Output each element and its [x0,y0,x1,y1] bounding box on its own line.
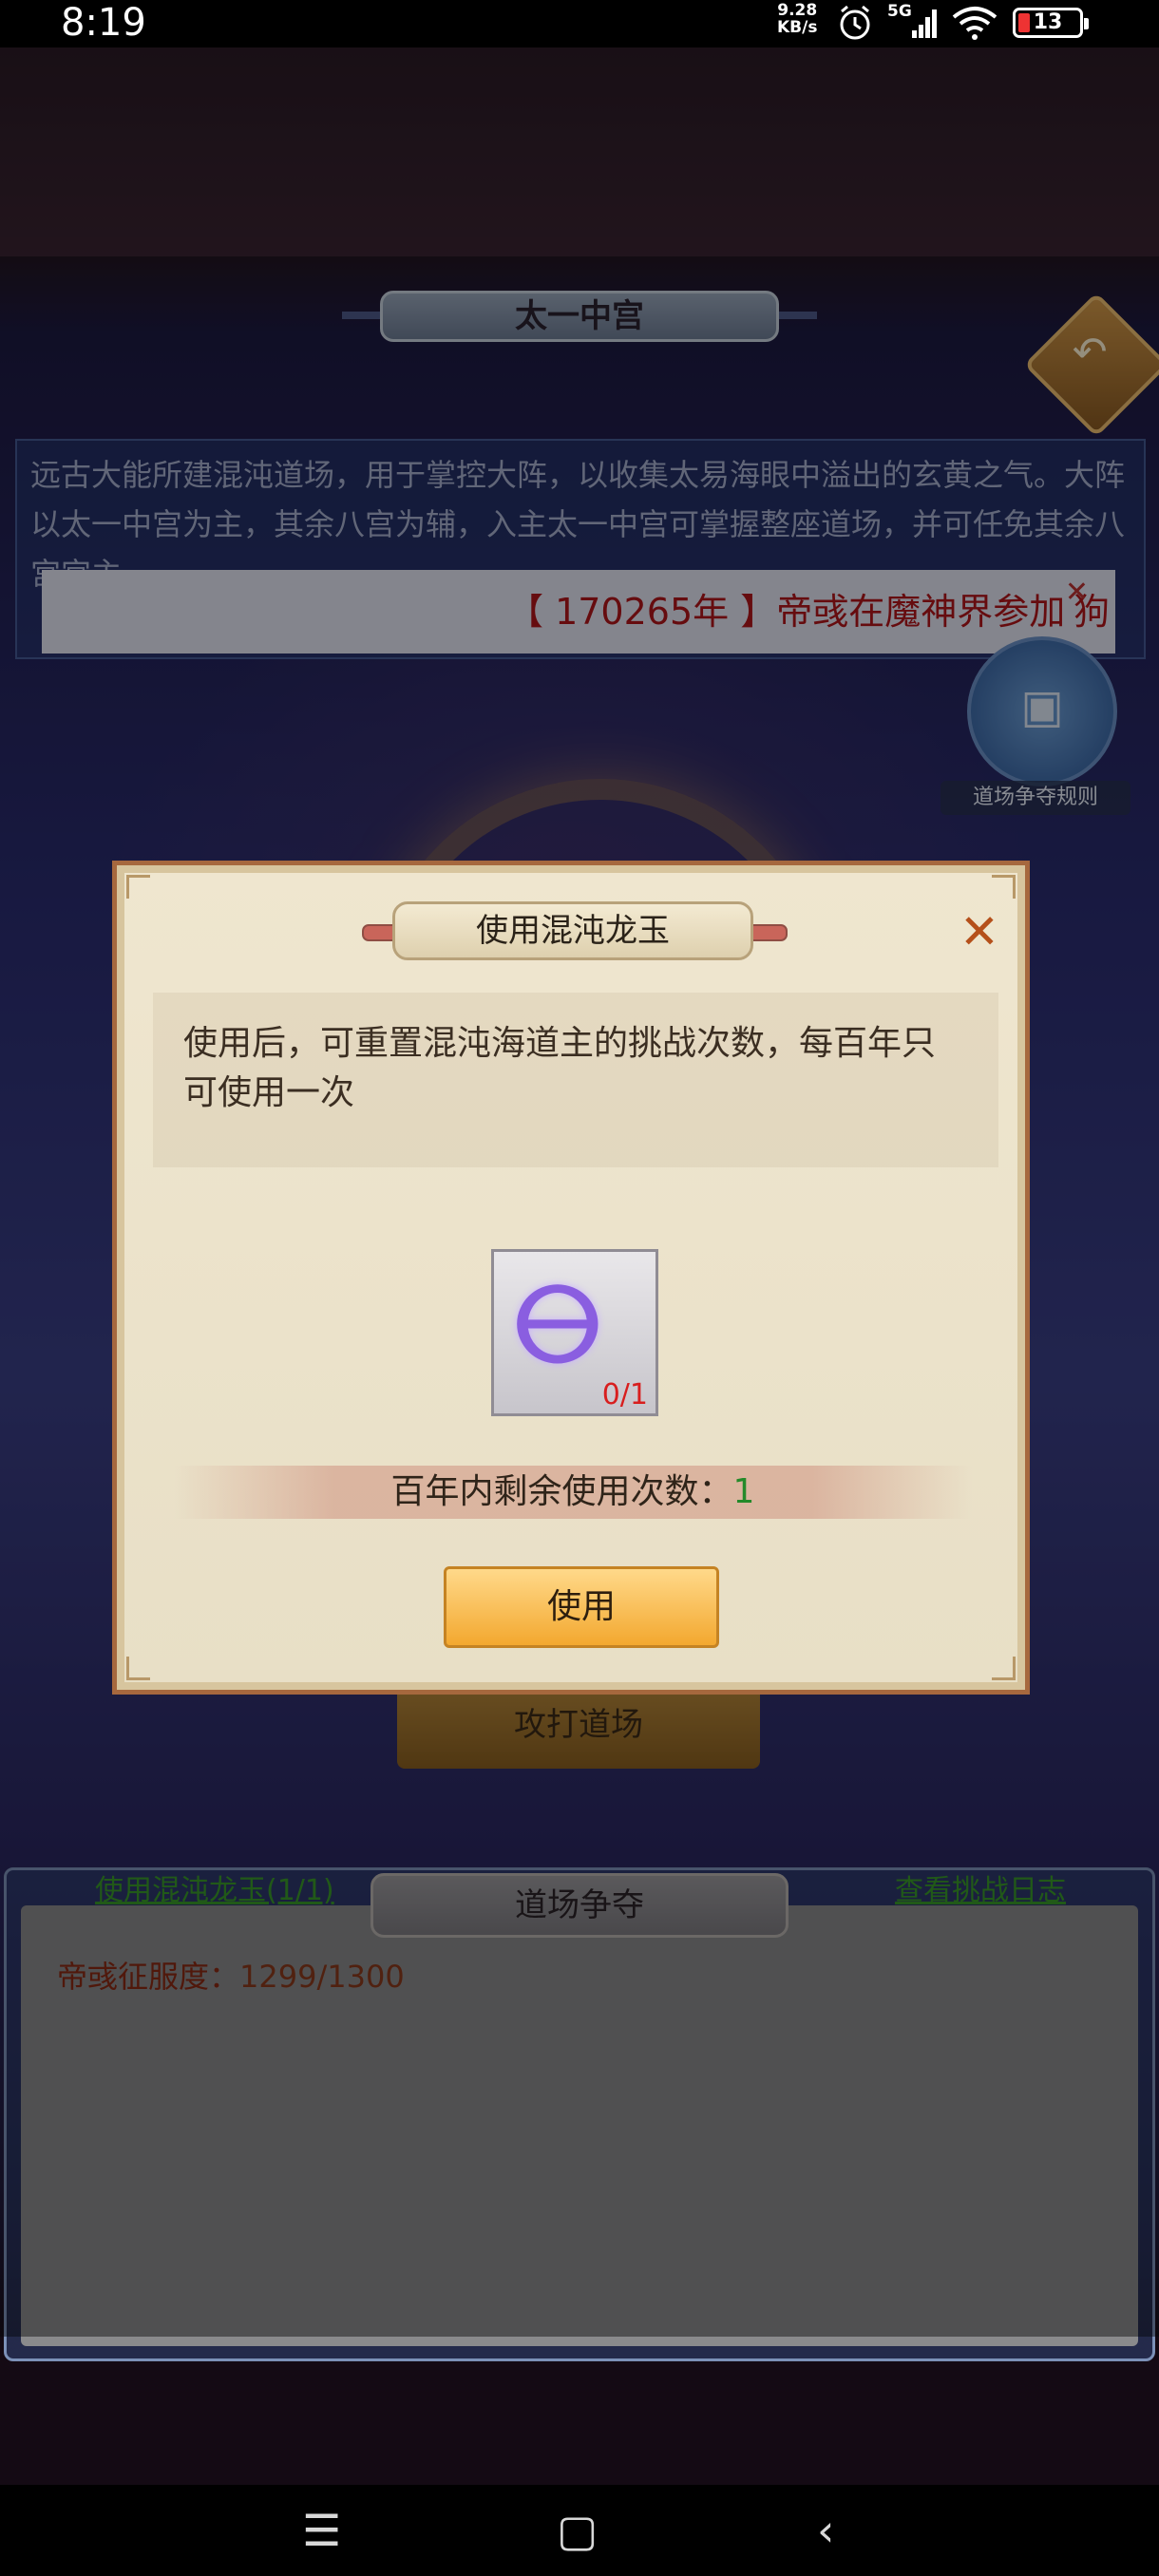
remaining-uses: 百年内剩余使用次数：1 [174,1466,972,1519]
home-nav-icon[interactable]: ▢ [557,2504,598,2557]
alarm-icon [840,5,870,40]
network-speed: 9.28 KB/s [777,2,817,36]
wifi-icon [952,7,998,40]
menu-nav-icon[interactable]: ☰ [302,2504,341,2557]
network-speed-unit: KB/s [777,18,818,37]
use-jade-dialog: 使用混沌龙玉 ✕ 使用后，可重置混沌海道主的挑战次数，每百年只可使用一次 ⴱ 0… [112,861,1030,1695]
status-bar: 8:19 9.28 KB/s 5G 13 [0,0,1159,47]
battery-icon: 13 [1013,8,1089,38]
status-time: 8:19 [61,1,146,45]
close-button[interactable]: ✕ [953,905,1006,958]
remaining-uses-value: 1 [732,1472,755,1511]
dialog-title: 使用混沌龙玉 [392,901,753,960]
close-icon: ✕ [960,904,999,959]
status-icons: 5G 13 [836,2,1089,42]
use-button[interactable]: 使用 [444,1566,719,1648]
signal-icon: 5G [887,2,937,42]
battery-level: 13 [1033,10,1063,34]
chaos-dragon-jade-icon: ⴱ [511,1265,604,1387]
back-nav-icon[interactable]: ‹ [817,2504,834,2557]
network-speed-value: 9.28 [777,1,818,20]
dialog-description: 使用后，可重置混沌海道主的挑战次数，每百年只可使用一次 [183,1024,937,1112]
item-count: 0/1 [601,1378,648,1411]
system-nav-bar: ☰ ▢ ‹ [0,2485,1159,2576]
item-slot[interactable]: ⴱ 0/1 [491,1249,658,1416]
remaining-uses-label: 百年内剩余使用次数： [390,1472,733,1511]
dialog-description-box: 使用后，可重置混沌海道主的挑战次数，每百年只可使用一次 [153,993,998,1167]
